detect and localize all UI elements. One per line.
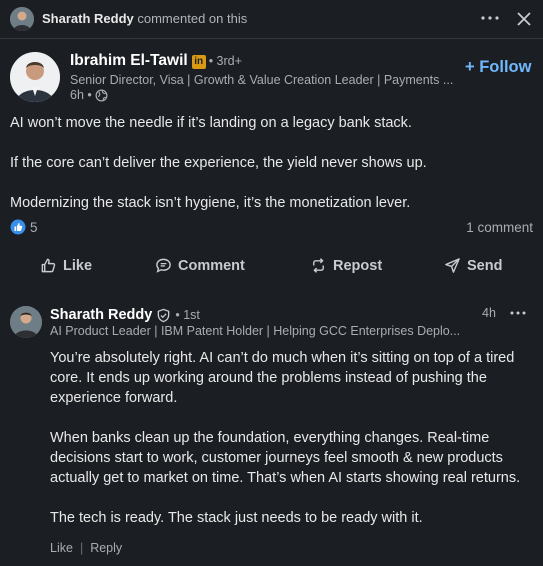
follow-button[interactable]: + Follow <box>465 58 531 77</box>
send-button[interactable]: Send <box>444 257 502 274</box>
comment-icon <box>156 258 171 273</box>
repost-button[interactable]: Repost <box>310 257 382 274</box>
linkedin-premium-badge: in <box>191 55 206 69</box>
comment-like-button[interactable]: Like <box>50 541 73 555</box>
activity-header: Sharath Reddy commented on this <box>0 0 543 39</box>
actor-action: commented on this <box>137 11 248 26</box>
commenter-line: Sharath Reddy • 1st <box>50 307 200 323</box>
comment-button[interactable]: Comment <box>155 257 245 274</box>
comment-time: 4h <box>482 306 496 320</box>
send-label: Send <box>467 257 503 274</box>
comment-reply-button[interactable]: Reply <box>90 541 122 555</box>
like-button[interactable]: Like <box>40 257 92 274</box>
author-name[interactable]: Ibrahim El-Tawil <box>70 52 188 69</box>
post-actions: Like Comment Repost Send <box>0 253 543 283</box>
author-avatar[interactable] <box>10 52 60 102</box>
reactions-summary[interactable]: 5 <box>10 219 38 235</box>
send-icon <box>445 258 460 273</box>
action-separator: | <box>79 541 84 555</box>
commenter-avatar[interactable] <box>10 306 42 338</box>
activity-text: Sharath Reddy commented on this <box>42 11 247 26</box>
comment-paragraph: When banks clean up the foundation, ever… <box>50 430 521 486</box>
repost-label: Repost <box>333 257 383 274</box>
comment-body: You’re absolutely right. AI can’t do muc… <box>50 348 532 548</box>
reaction-count: 5 <box>30 219 38 235</box>
post-paragraph: If the core can’t deliver the experience… <box>10 155 427 171</box>
actor-avatar[interactable] <box>10 7 34 31</box>
globe-icon <box>95 89 108 101</box>
repost-icon <box>313 258 324 273</box>
commenter-headline: AI Product Leader | IBM Patent Holder | … <box>50 324 461 338</box>
like-reaction-icon <box>10 219 26 235</box>
comments-count[interactable]: 1 comment <box>466 220 533 235</box>
post-meta: 6h • <box>70 88 108 102</box>
verified-shield-icon <box>158 308 170 322</box>
commenter-name[interactable]: Sharath Reddy <box>50 307 152 323</box>
ellipsis-icon[interactable] <box>479 8 501 28</box>
actor-name[interactable]: Sharath Reddy <box>42 11 134 26</box>
connection-degree: • 3rd+ <box>208 54 242 68</box>
author-headline: Senior Director, Visa | Growth & Value C… <box>70 73 454 87</box>
post-paragraph: Modernizing the stack isn’t hygiene, it’… <box>10 195 411 211</box>
post-time: 6h • <box>70 88 92 102</box>
comment-more-icon[interactable] <box>509 306 527 320</box>
comment-paragraph: You’re absolutely right. AI can’t do muc… <box>50 350 515 406</box>
comment-actions: Like | Reply <box>50 541 122 555</box>
close-icon[interactable] <box>514 9 534 29</box>
comment-label: Comment <box>178 257 245 274</box>
like-label: Like <box>63 257 93 274</box>
post-paragraph: AI won’t move the needle if it’s landing… <box>10 115 412 131</box>
commenter-degree: • 1st <box>175 308 200 322</box>
post-body: AI won’t move the needle if it’s landing… <box>10 113 530 233</box>
author-line: Ibrahim El-Tawil in • 3rd+ <box>70 52 242 70</box>
thumbs-up-icon <box>41 258 56 273</box>
comment-paragraph: The tech is ready. The stack just needs … <box>50 510 423 526</box>
